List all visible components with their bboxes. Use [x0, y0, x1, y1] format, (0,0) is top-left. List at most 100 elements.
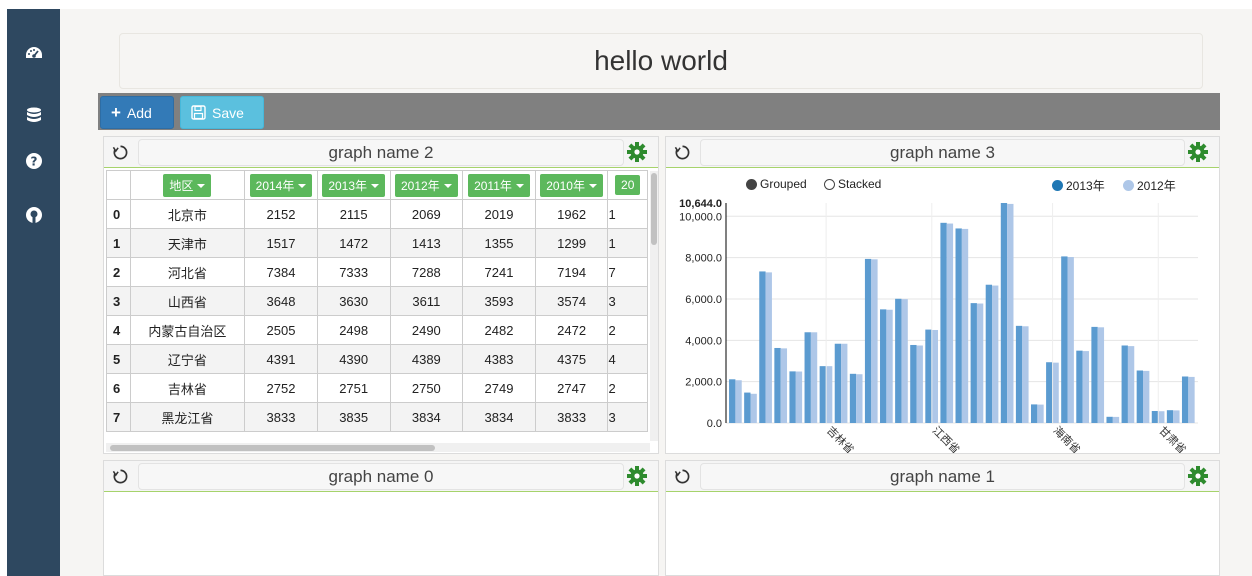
- table-row[interactable]: 0 北京市 2152 2115 2069 2019 1962 1: [106, 199, 648, 229]
- column-filter-button[interactable]: 2013年: [322, 173, 386, 197]
- table-cell: 1355: [462, 228, 536, 258]
- table-cell: 吉林省: [129, 373, 246, 403]
- legend-item-2012[interactable]: 2012年: [1123, 177, 1176, 194]
- refresh-icon[interactable]: [112, 468, 129, 485]
- bar: [1181, 376, 1189, 423]
- bar: [864, 258, 872, 423]
- horizontal-scrollbar[interactable]: [106, 443, 650, 452]
- panel-title: graph name 3: [700, 139, 1185, 166]
- table-cell: 天津市: [129, 228, 246, 258]
- y-tick-label: 8,000.0: [685, 253, 722, 265]
- table-cell: 3611: [389, 286, 464, 316]
- table-cell: 7: [607, 257, 648, 287]
- column-filter-button[interactable]: 2011年: [468, 173, 530, 197]
- table-cell: 2: [607, 373, 648, 403]
- bar: [880, 309, 887, 423]
- bar: [1097, 327, 1105, 423]
- bar: [901, 299, 908, 423]
- bar: [961, 228, 969, 423]
- table-cell: 3834: [389, 402, 464, 432]
- bar: [795, 371, 803, 423]
- table-row[interactable]: 1 天津市 1517 1472 1413 1355 1299 1: [106, 228, 648, 258]
- table-cell: 3: [607, 286, 648, 316]
- dashboard-icon[interactable]: [24, 44, 44, 64]
- bar: [1022, 326, 1029, 423]
- bar: [819, 366, 826, 423]
- bar: [789, 371, 796, 423]
- legend-item-2013[interactable]: 2013年: [1052, 177, 1105, 194]
- table-cell: 1962: [534, 199, 609, 229]
- bar: [1082, 351, 1089, 423]
- grouped-radio[interactable]: Grouped: [746, 177, 807, 191]
- gear-icon[interactable]: [626, 141, 648, 163]
- row-index: 1: [106, 228, 131, 258]
- table-cell: 山西省: [129, 286, 246, 316]
- table-cell: 3: [607, 402, 648, 432]
- row-index: 4: [106, 315, 131, 345]
- table-cell: 3648: [244, 286, 318, 316]
- table-row[interactable]: 7 黑龙江省 3833 3835 3834 3834 3833 3: [106, 402, 648, 432]
- add-button[interactable]: + Add: [100, 96, 174, 129]
- gear-icon[interactable]: [626, 465, 648, 487]
- table-row[interactable]: 2 河北省 7384 7333 7288 7241 7194 7: [106, 257, 648, 287]
- bar: [834, 343, 842, 423]
- table-cell: 7288: [389, 257, 464, 287]
- bar-chart: 0.0 2,000.0 4,000.0 6,000.0 8,000.0 10,000.01…: [679, 198, 1198, 453]
- table-cell: 辽宁省: [129, 344, 246, 374]
- table-row[interactable]: 5 辽宁省 4391 4390 4389 4383 4375 4: [106, 344, 648, 374]
- bar: [1052, 362, 1059, 423]
- stacked-radio[interactable]: Stacked: [824, 177, 881, 191]
- y-tick-label: 6,000.0: [685, 294, 722, 306]
- bar: [1127, 346, 1135, 423]
- table-cell: 4375: [534, 344, 609, 374]
- column-filter-button[interactable]: 2012年: [394, 173, 458, 197]
- table-cell: 2482: [462, 315, 536, 345]
- table-cell: 2019: [462, 199, 536, 229]
- table-cell: 2115: [316, 199, 391, 229]
- refresh-icon[interactable]: [112, 144, 129, 161]
- bar: [886, 309, 893, 423]
- table-row[interactable]: 4 内蒙古自治区 2505 2498 2490 2482 2472 2: [106, 315, 648, 345]
- bar: [780, 348, 788, 423]
- bar: [1143, 370, 1150, 423]
- x-tick-label: 甘肃省: [1156, 424, 1189, 453]
- table-cell: 1517: [244, 228, 318, 258]
- vertical-scrollbar[interactable]: [650, 171, 658, 441]
- row-index: 7: [106, 402, 131, 432]
- radio-unselected-icon: [824, 178, 835, 190]
- bar: [856, 374, 863, 423]
- table-cell: 3574: [534, 286, 609, 316]
- database-icon[interactable]: [24, 106, 44, 126]
- table-cell: 4389: [389, 344, 464, 374]
- gear-icon[interactable]: [1187, 465, 1209, 487]
- row-index: 6: [106, 373, 131, 403]
- column-filter-button[interactable]: 2010年: [540, 173, 603, 197]
- page-title: hello world: [594, 45, 728, 76]
- column-filter-button[interactable]: 地区: [163, 173, 212, 197]
- bar: [1151, 411, 1159, 423]
- refresh-icon[interactable]: [674, 468, 691, 485]
- table-row[interactable]: 3 山西省 3648 3630 3611 3593 3574 3: [106, 286, 648, 316]
- x-tick-label: 江西省: [930, 424, 963, 453]
- gear-icon[interactable]: [1187, 141, 1209, 163]
- table-cell: 2747: [534, 373, 609, 403]
- y-max-label: 10,644.0: [679, 198, 722, 210]
- bar: [1158, 411, 1165, 423]
- bar: [1015, 325, 1023, 423]
- floppy-disk-icon: [191, 105, 206, 120]
- table-cell: 7194: [534, 257, 609, 287]
- column-filter-button[interactable]: 2014年: [249, 173, 313, 197]
- table-cell: 4391: [244, 344, 318, 374]
- bar: [940, 222, 947, 423]
- github-icon[interactable]: [24, 205, 44, 225]
- column-filter-button[interactable]: 20: [615, 175, 641, 195]
- refresh-icon[interactable]: [674, 144, 691, 161]
- table-row[interactable]: 6 吉林省 2752 2751 2750 2749 2747 2: [106, 373, 648, 403]
- table-cell: 3630: [316, 286, 391, 316]
- help-icon[interactable]: ?: [24, 151, 44, 171]
- bar: [955, 228, 962, 423]
- save-button[interactable]: Save: [180, 96, 264, 129]
- bar: [841, 343, 848, 423]
- table-cell: 1299: [534, 228, 609, 258]
- bar: [946, 223, 954, 423]
